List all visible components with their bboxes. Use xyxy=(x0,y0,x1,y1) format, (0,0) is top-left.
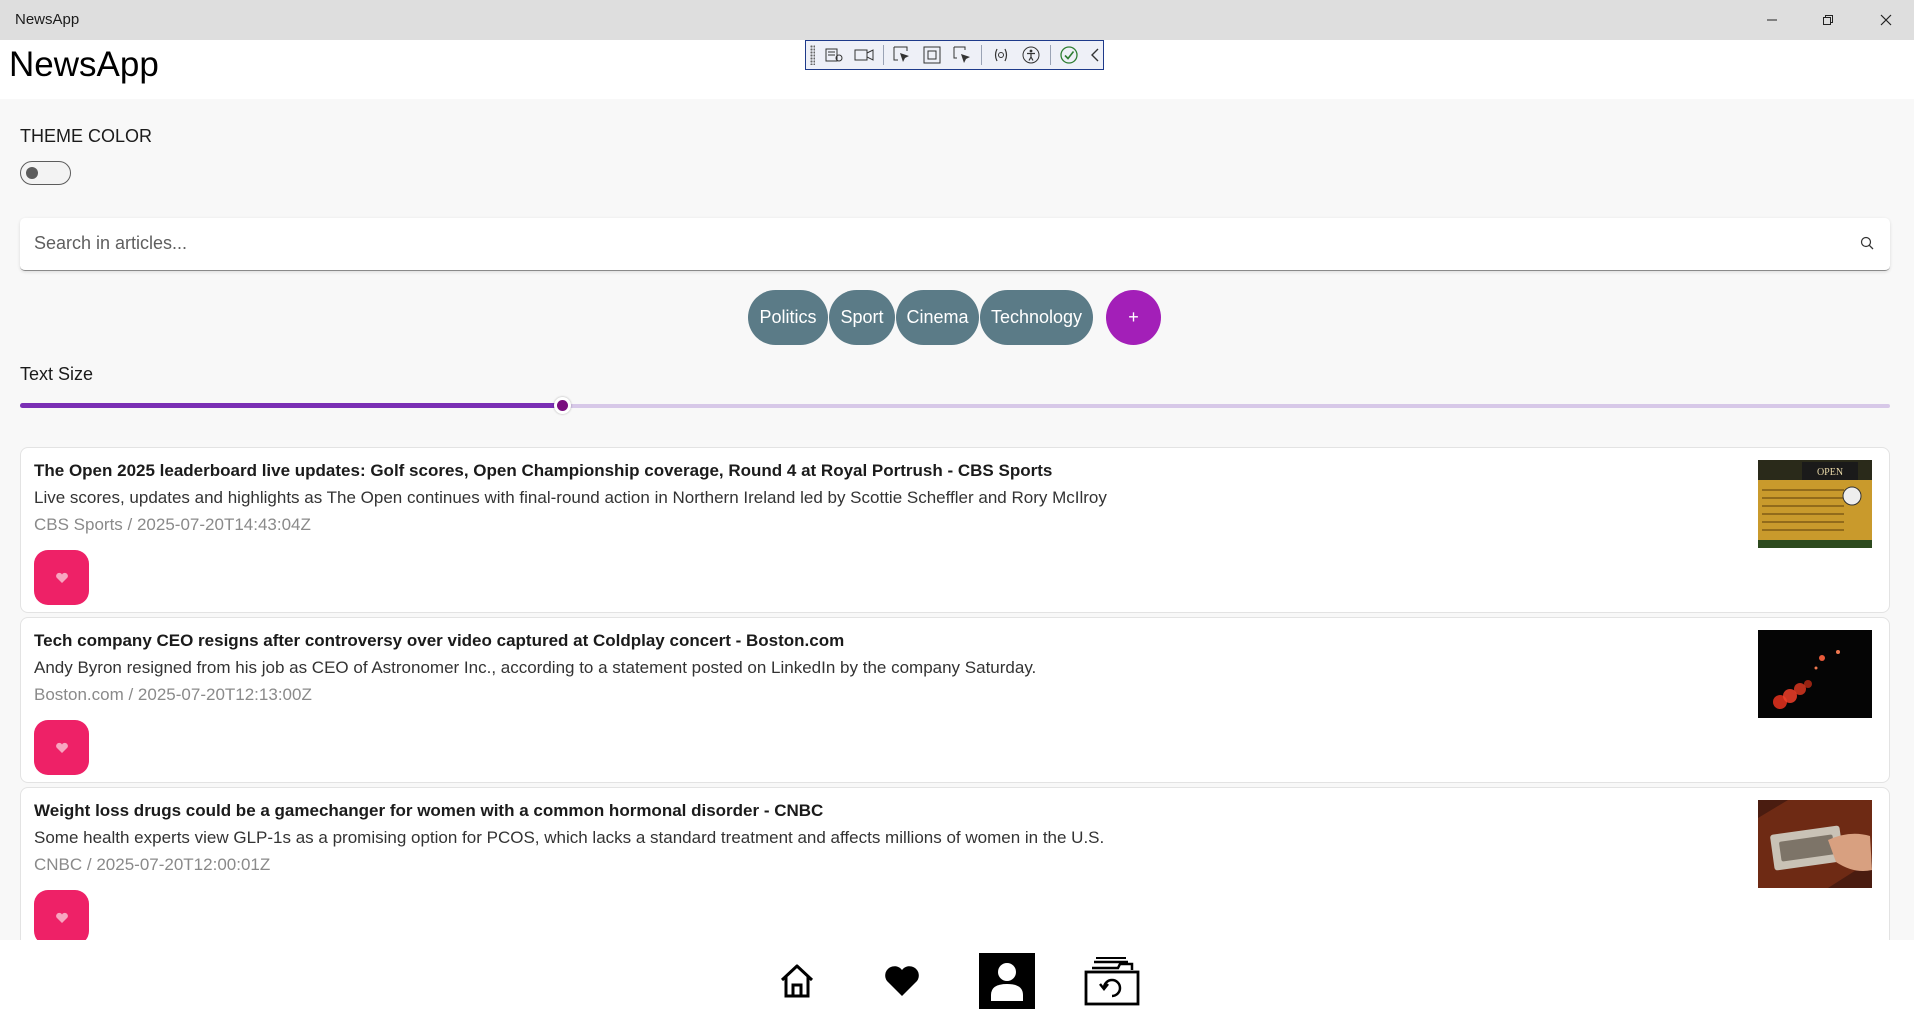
live-visual-tree-button[interactable] xyxy=(821,43,846,67)
bottom-navigation xyxy=(0,940,1914,1017)
category-chip-cinema[interactable]: Cinema xyxy=(896,290,979,345)
article-list: The Open 2025 leaderboard live updates: … xyxy=(20,447,1890,940)
nav-profile-button[interactable] xyxy=(979,953,1035,1009)
category-chip-technology[interactable]: Technology xyxy=(980,290,1093,345)
select-cursor-icon xyxy=(893,46,909,62)
favorite-button[interactable] xyxy=(34,720,89,775)
layout-adorners-button[interactable] xyxy=(920,43,945,67)
accessibility-icon xyxy=(1022,46,1040,64)
slider-thumb[interactable] xyxy=(554,397,572,414)
camera-icon xyxy=(854,49,874,61)
select-element-button[interactable] xyxy=(889,43,914,67)
category-chip-sport[interactable]: Sport xyxy=(829,290,895,345)
search-input[interactable]: Search in articles... xyxy=(34,233,187,254)
debug-toolbar xyxy=(805,40,1104,70)
article-description: Andy Byron resigned from his job as CEO … xyxy=(34,658,1037,677)
article-thumbnail xyxy=(1758,630,1872,718)
visual-tree-icon xyxy=(825,48,843,62)
category-chip-politics[interactable]: Politics xyxy=(748,290,828,345)
text-size-slider[interactable] xyxy=(20,396,1890,416)
restore-icon xyxy=(1823,15,1833,25)
nav-saved-button[interactable] xyxy=(1084,953,1140,1009)
saved-articles-icon xyxy=(1084,957,1140,1006)
article-card[interactable]: Tech company CEO resigns after controver… xyxy=(20,617,1890,783)
toolbar-separator xyxy=(1049,45,1051,65)
heart-icon xyxy=(55,912,68,923)
minimize-button[interactable] xyxy=(1744,0,1800,40)
binding-icon xyxy=(994,48,1007,62)
track-focus-icon xyxy=(953,46,971,63)
checkmark-circle-icon xyxy=(1060,46,1078,64)
profile-icon xyxy=(991,963,1023,1001)
article-description: Some health experts view GLP-1s as a pro… xyxy=(34,828,1105,847)
article-card[interactable]: Weight loss drugs could be a gamechanger… xyxy=(20,787,1890,940)
binding-failures-button[interactable] xyxy=(988,43,1013,67)
toolbar-separator xyxy=(981,45,983,65)
chevron-left-icon xyxy=(1091,48,1099,62)
article-source-date: CNBC / 2025-07-20T12:00:01Z xyxy=(34,855,271,874)
close-icon xyxy=(1880,14,1892,26)
svg-text:OPEN: OPEN xyxy=(1817,467,1843,478)
toolbar-separator xyxy=(882,45,884,65)
article-headline[interactable]: The Open 2025 leaderboard live updates: … xyxy=(34,461,1052,481)
drag-grip-icon[interactable] xyxy=(810,45,816,65)
window-titlebar: NewsApp xyxy=(0,0,1914,40)
article-source-date: Boston.com / 2025-07-20T12:13:00Z xyxy=(34,685,312,704)
home-icon xyxy=(780,964,814,998)
article-headline[interactable]: Weight loss drugs could be a gamechanger… xyxy=(34,801,823,821)
theme-color-toggle[interactable] xyxy=(20,161,71,185)
collapse-toolbar-button[interactable] xyxy=(1087,43,1103,67)
text-size-label: Text Size xyxy=(20,364,94,384)
adorner-icon xyxy=(923,46,941,64)
favorite-button[interactable] xyxy=(34,890,89,940)
article-source-date: CBS Sports / 2025-07-20T14:43:04Z xyxy=(34,515,311,534)
nav-favorites-button[interactable] xyxy=(874,953,930,1009)
heart-icon xyxy=(55,742,68,753)
hot-reload-status-button[interactable] xyxy=(1057,43,1082,67)
nav-home-button[interactable] xyxy=(769,953,825,1009)
search-box[interactable]: Search in articles... xyxy=(20,218,1890,271)
favorite-button[interactable] xyxy=(34,550,89,605)
article-thumbnail: OPEN xyxy=(1758,460,1872,548)
page-title: NewsApp xyxy=(9,45,159,84)
article-thumbnail xyxy=(1758,800,1872,888)
accessibility-checker-button[interactable] xyxy=(1019,43,1044,67)
slider-fill xyxy=(20,403,563,408)
article-description: Live scores, updates and highlights as T… xyxy=(34,488,1107,507)
article-card[interactable]: The Open 2025 leaderboard live updates: … xyxy=(20,447,1890,613)
article-headline[interactable]: Tech company CEO resigns after controver… xyxy=(34,631,844,651)
toggle-knob xyxy=(26,167,38,179)
heart-icon xyxy=(885,966,919,996)
heart-icon xyxy=(55,572,68,583)
minimize-icon xyxy=(1767,19,1777,21)
search-icon[interactable] xyxy=(1860,236,1874,250)
window-title: NewsApp xyxy=(15,11,80,28)
add-category-button[interactable]: + xyxy=(1106,290,1161,345)
restore-button[interactable] xyxy=(1800,0,1856,40)
close-button[interactable] xyxy=(1858,0,1914,40)
record-button[interactable] xyxy=(852,43,877,67)
track-focus-button[interactable] xyxy=(951,43,976,67)
theme-color-label: THEME COLOR xyxy=(20,126,153,146)
